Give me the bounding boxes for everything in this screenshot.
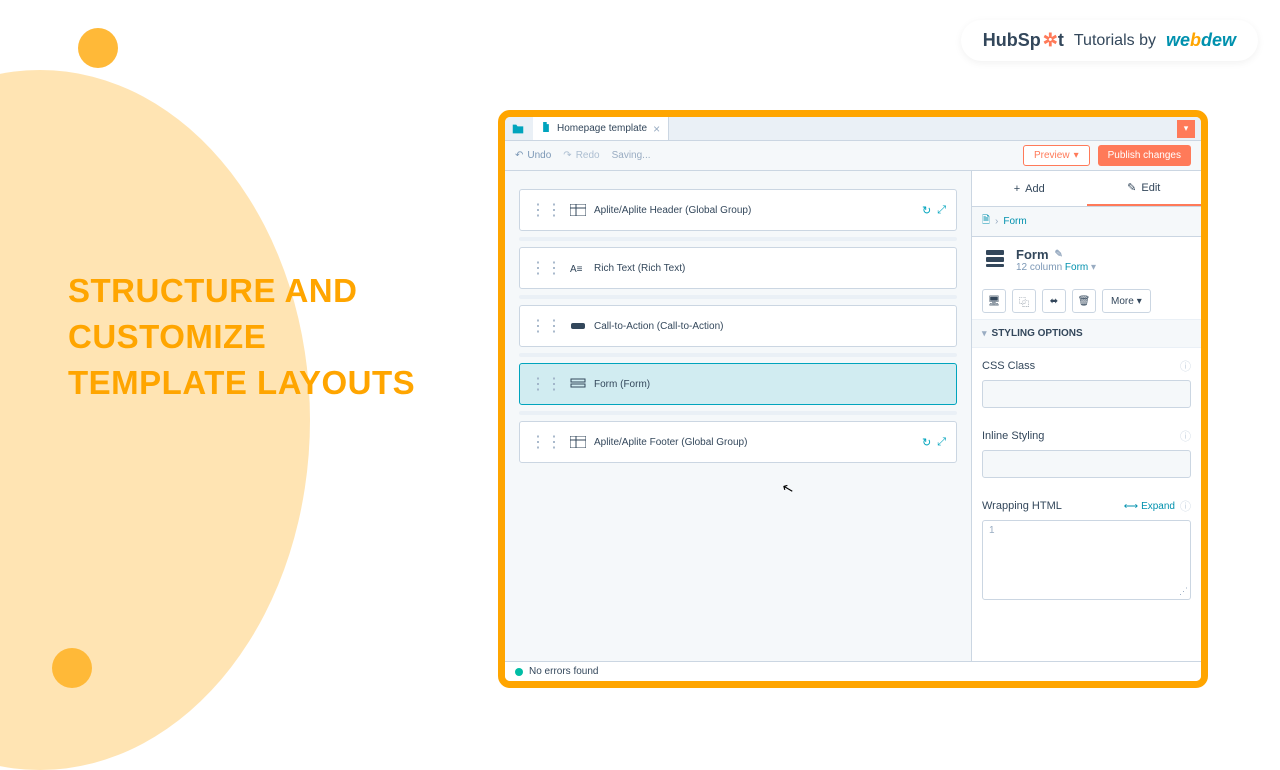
breadcrumb: 🗎 › Form bbox=[972, 207, 1201, 237]
pencil-icon[interactable]: ✎ bbox=[1055, 249, 1063, 260]
page-title: STRUCTURE AND CUSTOMIZE TEMPLATE LAYOUTS bbox=[68, 268, 415, 407]
desktop-icon[interactable]: 🖥 bbox=[982, 289, 1006, 313]
inline-styling-label: Inline Styling bbox=[982, 430, 1044, 442]
module-label: Aplite/Aplite Footer (Global Group) bbox=[594, 437, 747, 448]
tutorials-text: Tutorials by bbox=[1074, 32, 1156, 50]
webdew-logo: webdew bbox=[1166, 30, 1236, 51]
module-title: Form ✎ bbox=[1016, 247, 1096, 262]
module-label: Rich Text (Rich Text) bbox=[594, 263, 685, 274]
chevron-down-icon: ▾ bbox=[982, 328, 987, 339]
tab-dropdown-icon[interactable]: ▾ bbox=[1177, 120, 1195, 138]
module-subtitle: 12 column Form ▾ bbox=[1016, 262, 1096, 273]
section-styling-options[interactable]: ▾ STYLING OPTIONS bbox=[972, 320, 1201, 348]
module-divider bbox=[519, 295, 957, 299]
close-icon[interactable]: × bbox=[653, 122, 660, 136]
branding-badge: HubSp✲t Tutorials by webdew bbox=[961, 20, 1258, 61]
drag-handle-icon[interactable]: ⋮⋮ bbox=[530, 200, 562, 220]
copy-icon[interactable]: ⿻ bbox=[1012, 289, 1036, 313]
module-type-link[interactable]: Form bbox=[1065, 262, 1088, 273]
refresh-icon[interactable]: ↻ bbox=[922, 204, 931, 217]
expand-icon[interactable]: ⤢ bbox=[937, 436, 946, 449]
hubspot-logo: HubSp✲t bbox=[983, 30, 1064, 51]
refresh-icon[interactable]: ↻ bbox=[922, 436, 931, 449]
svg-text:A≡: A≡ bbox=[570, 264, 583, 274]
undo-button[interactable]: ↶ Undo bbox=[515, 150, 551, 161]
module-header-group[interactable]: ⋮⋮ Aplite/Aplite Header (Global Group) ↻… bbox=[519, 189, 957, 231]
drag-handle-icon[interactable]: ⋮⋮ bbox=[530, 374, 562, 394]
toolbar: ↶ Undo ↷ Redo Saving... Preview ▾ Publis… bbox=[505, 141, 1201, 171]
field-css-class: CSS Class ⓘ bbox=[972, 348, 1201, 418]
info-icon[interactable]: ⓘ bbox=[1180, 358, 1191, 374]
preview-button[interactable]: Preview ▾ bbox=[1023, 145, 1090, 166]
sidebar-tabs: + Add ✎ Edit bbox=[972, 171, 1201, 207]
template-canvas: ⋮⋮ Aplite/Aplite Header (Global Group) ↻… bbox=[505, 171, 971, 661]
saving-status: Saving... bbox=[612, 150, 651, 161]
tab-add[interactable]: + Add bbox=[972, 171, 1087, 206]
drag-handle-icon[interactable]: ⋮⋮ bbox=[530, 258, 562, 278]
module-label: Call-to-Action (Call-to-Action) bbox=[594, 321, 723, 332]
split-icon[interactable]: ⬌ bbox=[1042, 289, 1066, 313]
document-icon[interactable]: 🗎 bbox=[982, 213, 990, 230]
module-cta[interactable]: ⋮⋮ Call-to-Action (Call-to-Action) bbox=[519, 305, 957, 347]
cta-icon bbox=[570, 320, 586, 332]
redo-button[interactable]: ↷ Redo bbox=[563, 150, 599, 161]
resize-handle-icon[interactable]: ⋰ bbox=[1179, 586, 1188, 597]
line-number: 1 bbox=[989, 525, 995, 536]
content-area: ⋮⋮ Aplite/Aplite Header (Global Group) ↻… bbox=[505, 171, 1201, 661]
module-label: Form (Form) bbox=[594, 379, 650, 390]
css-class-label: CSS Class bbox=[982, 360, 1035, 372]
background-circle-top bbox=[78, 28, 118, 68]
field-wrapping-html: Wrapping HTML ⟷ Expand ⓘ 1 ⋰ bbox=[972, 488, 1201, 610]
status-text: No errors found bbox=[529, 666, 598, 677]
more-button[interactable]: More ▾ bbox=[1102, 289, 1151, 313]
wrapping-html-label: Wrapping HTML bbox=[982, 500, 1062, 512]
tab-edit[interactable]: ✎ Edit bbox=[1087, 171, 1202, 206]
module-footer-group[interactable]: ⋮⋮ Aplite/Aplite Footer (Global Group) ↻… bbox=[519, 421, 957, 463]
module-divider bbox=[519, 237, 957, 241]
right-sidebar: + Add ✎ Edit 🗎 › Form Form bbox=[971, 171, 1201, 661]
layout-icon bbox=[570, 436, 586, 448]
module-divider bbox=[519, 353, 957, 357]
tab-bar: Homepage template × ▾ bbox=[505, 117, 1201, 141]
form-icon bbox=[570, 378, 586, 390]
status-bar: No errors found bbox=[505, 661, 1201, 681]
layout-icon bbox=[570, 204, 586, 216]
module-toolbar: 🖥 ⿻ ⬌ 🗑 More ▾ bbox=[972, 283, 1201, 320]
tab-label: Homepage template bbox=[557, 123, 647, 134]
background-blob bbox=[0, 70, 310, 770]
background-circle-bottom bbox=[52, 648, 92, 688]
drag-handle-icon[interactable]: ⋮⋮ bbox=[530, 432, 562, 452]
folder-icon[interactable] bbox=[511, 122, 525, 136]
document-icon bbox=[541, 122, 551, 135]
tab-homepage-template[interactable]: Homepage template × bbox=[533, 117, 669, 140]
publish-button[interactable]: Publish changes bbox=[1098, 145, 1191, 166]
trash-icon[interactable]: 🗑 bbox=[1072, 289, 1096, 313]
wrapping-html-textarea[interactable]: 1 ⋰ bbox=[982, 520, 1191, 600]
status-dot-icon bbox=[515, 668, 523, 676]
expand-link[interactable]: ⟷ Expand bbox=[1124, 501, 1175, 512]
info-icon[interactable]: ⓘ bbox=[1180, 428, 1191, 444]
plus-icon: + bbox=[1014, 183, 1020, 195]
app-window: Homepage template × ▾ ↶ Undo ↷ Redo Savi… bbox=[498, 110, 1208, 688]
info-icon[interactable]: ⓘ bbox=[1180, 498, 1191, 514]
chevron-right-icon: › bbox=[995, 216, 998, 227]
module-header: Form ✎ 12 column Form ▾ bbox=[972, 237, 1201, 283]
drag-handle-icon[interactable]: ⋮⋮ bbox=[530, 316, 562, 336]
module-divider bbox=[519, 411, 957, 415]
inline-styling-input[interactable] bbox=[982, 450, 1191, 478]
field-inline-styling: Inline Styling ⓘ bbox=[972, 418, 1201, 488]
css-class-input[interactable] bbox=[982, 380, 1191, 408]
rich-text-icon: A≡ bbox=[570, 262, 586, 274]
module-form[interactable]: ⋮⋮ Form (Form) bbox=[519, 363, 957, 405]
module-label: Aplite/Aplite Header (Global Group) bbox=[594, 205, 751, 216]
pencil-icon: ✎ bbox=[1127, 181, 1136, 194]
form-icon bbox=[984, 247, 1006, 269]
hubspot-sprocket-icon: ✲ bbox=[1043, 30, 1058, 51]
expand-icon[interactable]: ⤢ bbox=[937, 204, 946, 217]
breadcrumb-form[interactable]: Form bbox=[1003, 216, 1026, 227]
module-rich-text[interactable]: ⋮⋮ A≡ Rich Text (Rich Text) bbox=[519, 247, 957, 289]
